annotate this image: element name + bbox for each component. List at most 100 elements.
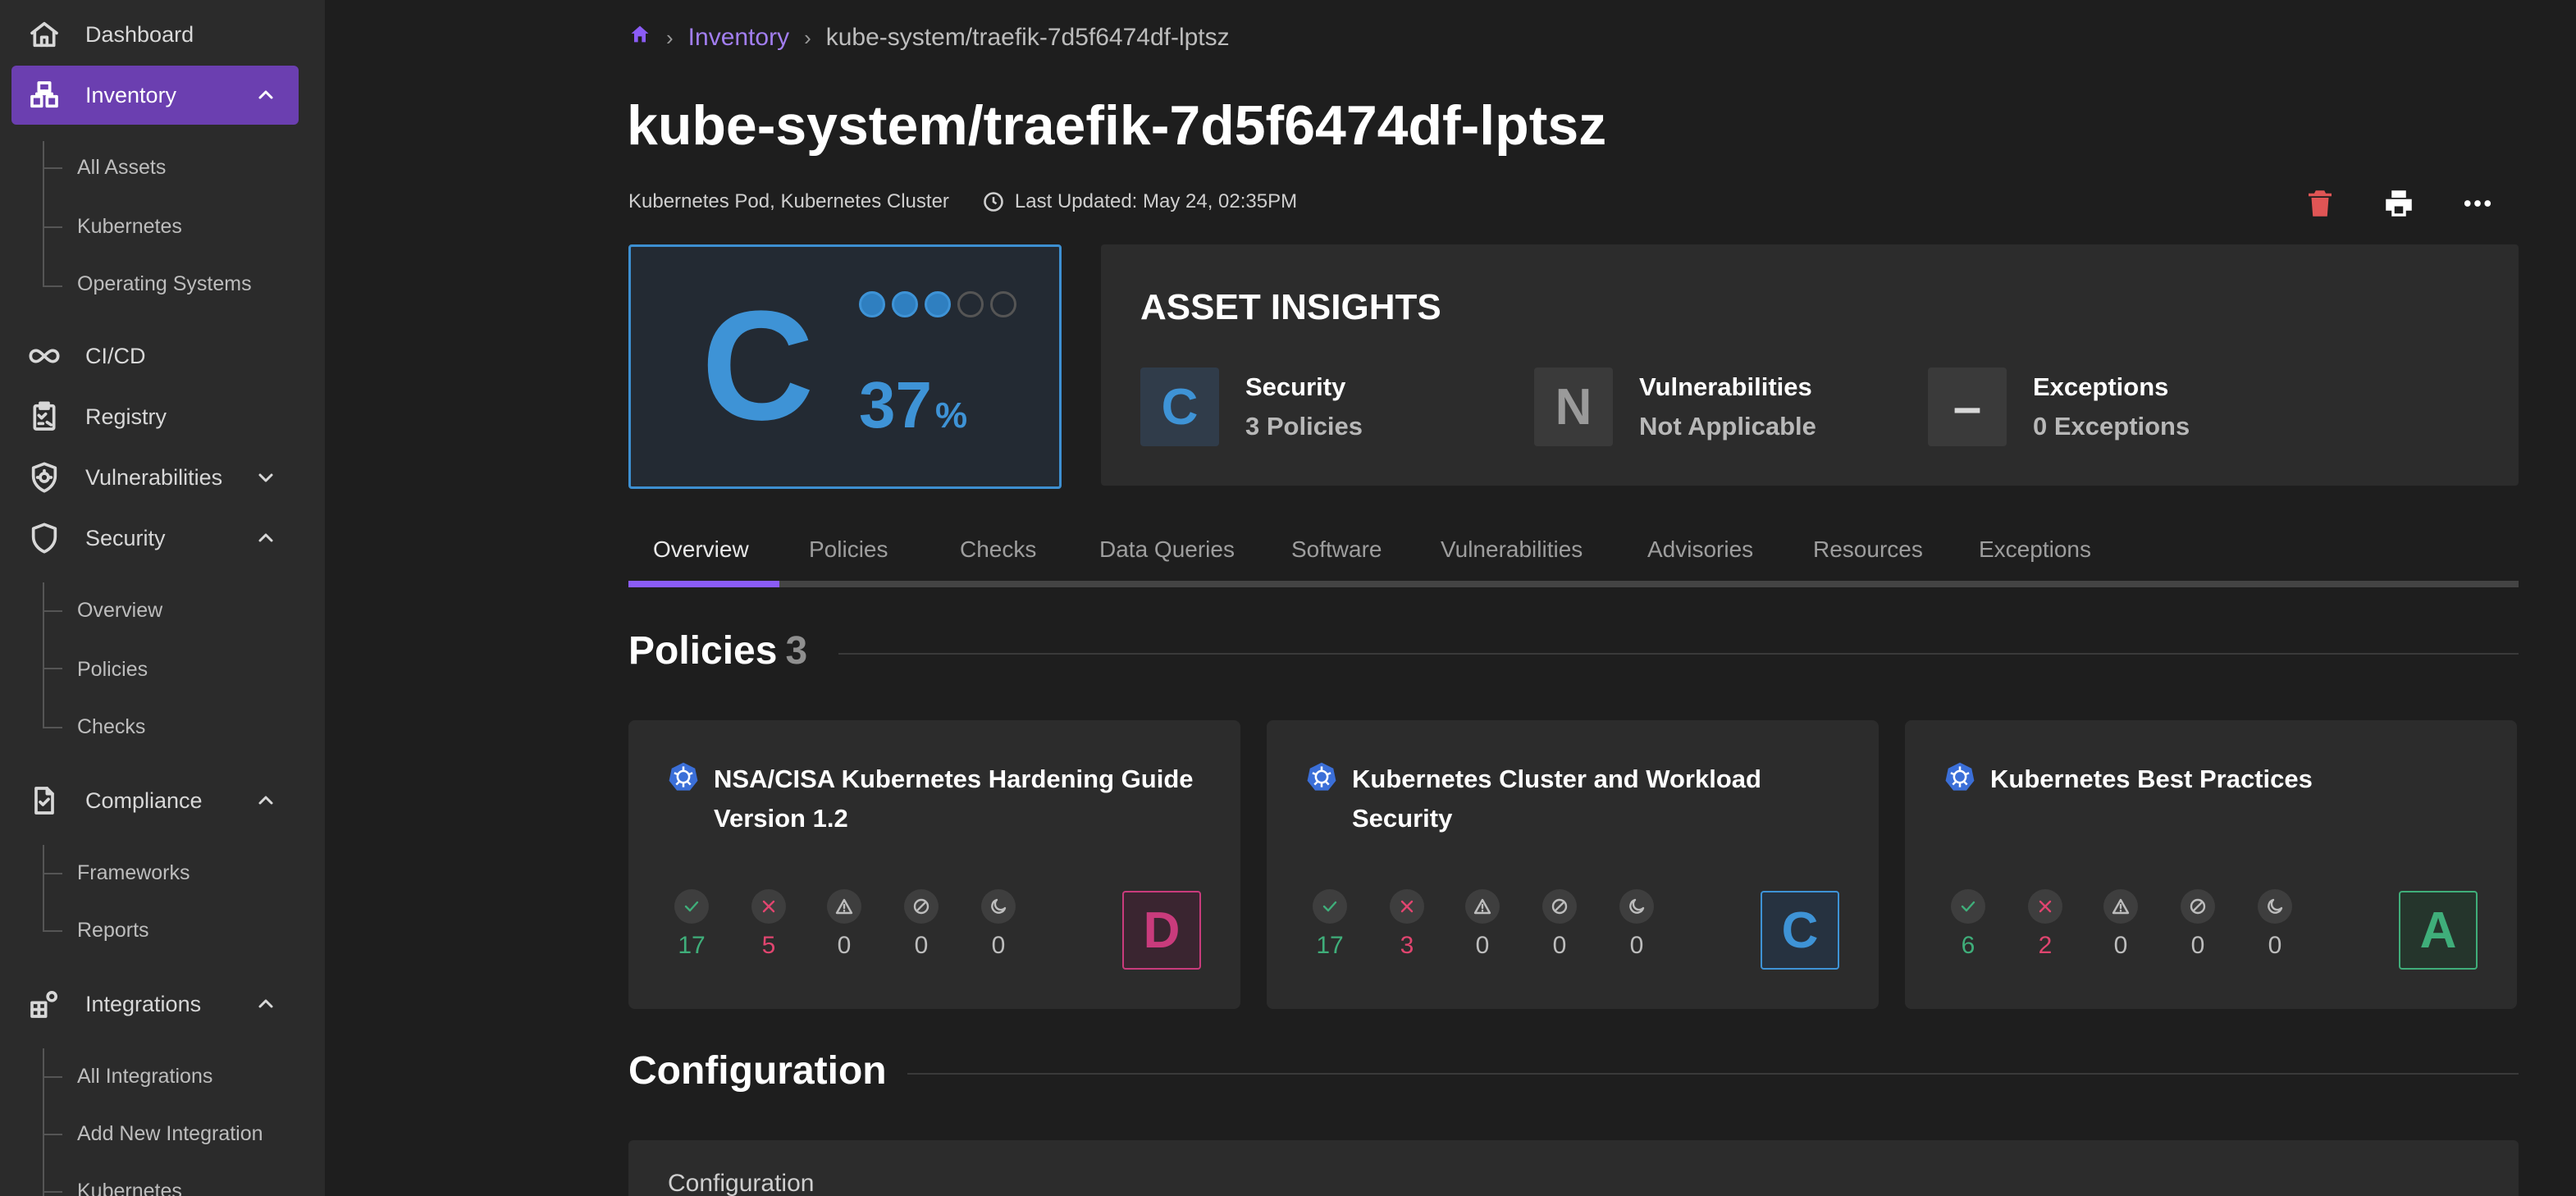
tab-exceptions[interactable]: Exceptions [1979, 536, 2091, 563]
insight-security-grade: C [1140, 367, 1219, 446]
configuration-card-label: Configuration [668, 1170, 815, 1196]
tree-tick [43, 226, 62, 228]
insight-security[interactable]: C Security 3 Policies [1140, 367, 1363, 446]
policy-card[interactable]: Kubernetes Best Practices 6 2 0 0 0 A [1905, 720, 2517, 1009]
breadcrumb: › Inventory › kube-system/traefik-7d5f64… [628, 21, 1230, 54]
asset-insights-panel: ASSET INSIGHTS C Security 3 Policies N V… [1101, 244, 2519, 486]
sidebar-subitem-all-integrations[interactable]: All Integrations [77, 1060, 212, 1093]
active-tab-indicator [628, 581, 779, 587]
configuration-heading: Configuration [628, 1049, 887, 1093]
insight-heading: Exceptions [2033, 372, 2169, 401]
policy-grade: C [1761, 891, 1839, 970]
sidebar-subitem-reports[interactable]: Reports [77, 914, 149, 947]
sidebar-subitem-kubernetes[interactable]: Kubernetes [77, 210, 182, 243]
breadcrumb-separator: › [666, 25, 674, 50]
insights-title: ASSET INSIGHTS [1140, 287, 1441, 327]
snoozed-count: 0 [1629, 932, 1644, 959]
document-check-icon [26, 783, 62, 819]
policies-heading: Policies 3 [628, 628, 807, 673]
warning-count: 0 [837, 932, 852, 959]
warning-icon [1465, 889, 1500, 924]
sidebar-subitem-frameworks[interactable]: Frameworks [77, 856, 190, 889]
failed-stat: 3 [1386, 889, 1427, 960]
insight-subtext: 0 Exceptions [2033, 412, 2190, 441]
chevron-down-icon[interactable] [256, 468, 276, 487]
tab-overview[interactable]: Overview [653, 536, 749, 563]
tree-tick [43, 1134, 62, 1135]
tab-advisories[interactable]: Advisories [1647, 536, 1753, 563]
sidebar-subitem-overview[interactable]: Overview [77, 594, 162, 627]
insight-vulnerabilities[interactable]: N Vulnerabilities Not Applicable [1534, 367, 1816, 446]
warning-stat: 0 [2100, 889, 2141, 960]
chevron-up-icon[interactable] [256, 994, 276, 1014]
kubernetes-icon [1307, 762, 1336, 791]
print-button[interactable] [2381, 185, 2417, 221]
sidebar-item-label: Registry [85, 404, 167, 429]
skipped-stat: 0 [1539, 889, 1580, 960]
check-icon [1313, 889, 1347, 924]
passed-count: 17 [1316, 932, 1344, 959]
sidebar-item-registry[interactable]: Registry [11, 387, 299, 446]
delete-button[interactable] [2302, 185, 2338, 221]
insight-vulnerabilities-grade: N [1534, 367, 1613, 446]
sidebar-subitem-kubernetes-integration[interactable]: Kubernetes [77, 1175, 182, 1196]
warning-icon [2103, 889, 2138, 924]
section-divider [838, 653, 2519, 655]
sidebar-item-dashboard[interactable]: Dashboard [11, 5, 299, 64]
sidebar-item-vulnerabilities[interactable]: Vulnerabilities [11, 448, 299, 507]
passed-stat: 17 [671, 889, 712, 960]
breadcrumb-separator: › [804, 25, 811, 50]
breadcrumb-inventory-link[interactable]: Inventory [688, 24, 789, 52]
sidebar-item-compliance[interactable]: Compliance [11, 771, 299, 830]
passed-count: 17 [678, 932, 706, 959]
failed-stat: 5 [748, 889, 789, 960]
home-icon[interactable] [628, 23, 651, 52]
tab-policies[interactable]: Policies [809, 536, 888, 563]
kubernetes-icon [1945, 762, 1975, 791]
skipped-count: 0 [2190, 932, 2205, 959]
sidebar-item-security[interactable]: Security [11, 509, 299, 568]
tab-data-queries[interactable]: Data Queries [1099, 536, 1235, 563]
sidebar-subitem-add-new-integration[interactable]: Add New Integration [77, 1117, 263, 1150]
score-percent: 37% [859, 368, 967, 453]
more-options-button[interactable] [2460, 185, 2496, 221]
sidebar-item-inventory[interactable]: Inventory [11, 66, 299, 125]
tab-resources[interactable]: Resources [1813, 536, 1923, 563]
tree-tick [43, 873, 62, 874]
sidebar-subitem-operating-systems[interactable]: Operating Systems [77, 267, 252, 300]
rating-dot [957, 291, 984, 317]
chevron-up-icon[interactable] [256, 85, 276, 105]
tab-software[interactable]: Software [1291, 536, 1382, 563]
skipped-count: 0 [1552, 932, 1567, 959]
sidebar-item-integrations[interactable]: Integrations [11, 975, 299, 1034]
policy-title: Kubernetes Cluster and Workload Security [1352, 765, 1761, 833]
skipped-stat: 0 [2177, 889, 2218, 960]
tree-tick [43, 285, 62, 287]
passed-stat: 6 [1948, 889, 1989, 960]
chevron-up-icon[interactable] [256, 528, 276, 548]
insight-heading: Security [1245, 372, 1346, 401]
tree-tick [43, 610, 62, 612]
sidebar-subitem-all-assets[interactable]: All Assets [77, 151, 166, 184]
rating-dot [892, 291, 918, 317]
chevron-up-icon[interactable] [256, 791, 276, 810]
integrations-icon [26, 986, 62, 1022]
policy-card[interactable]: NSA/CISA Kubernetes Hardening Guide Vers… [628, 720, 1240, 1009]
snoozed-stat: 0 [1616, 889, 1657, 960]
tab-vulnerabilities[interactable]: Vulnerabilities [1441, 536, 1583, 563]
sidebar-subitem-policies[interactable]: Policies [77, 653, 148, 686]
insight-exceptions[interactable]: – Exceptions 0 Exceptions [1928, 367, 2190, 446]
sidebar-item-cicd[interactable]: CI/CD [11, 326, 299, 386]
score-rating-dots [859, 291, 1016, 317]
sidebar-item-label: Compliance [85, 787, 203, 813]
infinity-icon [26, 338, 62, 374]
rating-dot [859, 291, 885, 317]
insight-vulnerabilities-text: Vulnerabilities Not Applicable [1639, 372, 1816, 441]
policy-card[interactable]: Kubernetes Cluster and Workload Security… [1267, 720, 1879, 1009]
tab-checks[interactable]: Checks [960, 536, 1036, 563]
policy-title: NSA/CISA Kubernetes Hardening Guide Vers… [714, 765, 1194, 833]
sidebar-subitem-checks[interactable]: Checks [77, 710, 145, 743]
shield-icon [26, 520, 62, 556]
policies-count: 3 [785, 629, 808, 673]
tree-line [43, 845, 44, 932]
